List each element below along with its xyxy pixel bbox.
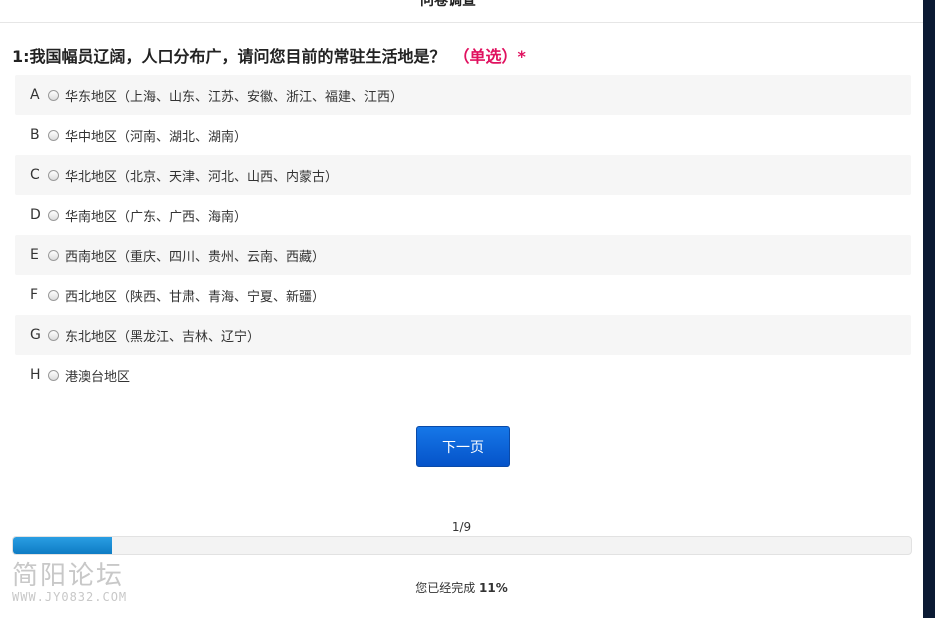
option-letter: E [30,247,39,263]
option-letter: C [30,167,40,183]
option-a[interactable]: A 华东地区（上海、山东、江苏、安徽、浙江、福建、江西） [15,75,911,115]
page-indicator: 1/9 [451,520,472,534]
radio-button-h[interactable] [48,369,59,381]
radio-button-c[interactable] [48,169,59,181]
progress-bar [12,536,912,555]
option-label[interactable]: 华南地区（广东、广西、海南） [65,206,247,225]
progress-bar-fill [13,537,112,554]
option-d[interactable]: D 华南地区（广东、广西、海南） [15,195,911,235]
option-letter: D [30,207,41,223]
option-b[interactable]: B 华中地区（河南、湖北、湖南） [15,115,911,155]
option-list: A 华东地区（上海、山东、江苏、安徽、浙江、福建、江西） B 华中地区（河南、湖… [15,75,911,395]
option-label[interactable]: 西南地区（重庆、四川、贵州、云南、西藏） [65,246,325,265]
completion-prefix: 您已经完成 [415,581,476,595]
completion-percent: 11% [479,581,508,595]
radio-button-e[interactable] [48,249,59,261]
option-f[interactable]: F 西北地区（陕西、甘肃、青海、宁夏、新疆） [15,275,911,315]
option-label[interactable]: 港澳台地区 [65,366,130,385]
question-title: 1:我国幅员辽阔，人口分布广，请问您目前的常驻生活地是？ （单选）* [12,43,526,67]
next-page-button[interactable]: 下一页 [416,426,510,467]
option-h[interactable]: H 港澳台地区 [15,355,911,395]
option-letter: H [30,367,41,383]
option-letter: B [30,127,40,143]
option-letter: A [30,87,40,103]
option-c[interactable]: C 华北地区（北京、天津、河北、山西、内蒙古） [15,155,911,195]
radio-button-f[interactable] [48,289,59,301]
window-edge [923,0,935,618]
option-label[interactable]: 东北地区（黑龙江、吉林、辽宁） [65,326,260,345]
option-letter: F [30,287,39,303]
option-label[interactable]: 华东地区（上海、山东、江苏、安徽、浙江、福建、江西） [65,86,403,105]
question-type-label: （单选）* [453,47,526,66]
option-g[interactable]: G 东北地区（黑龙江、吉林、辽宁） [15,315,911,355]
option-label[interactable]: 华中地区（河南、湖北、湖南） [65,126,247,145]
radio-button-a[interactable] [48,89,59,101]
header-divider [0,22,923,23]
option-label[interactable]: 华北地区（北京、天津、河北、山西、内蒙古） [65,166,338,185]
survey-title: 问卷调查 [420,0,476,9]
question-text: 1:我国幅员辽阔，人口分布广，请问您目前的常驻生活地是？ [12,47,446,66]
option-label[interactable]: 西北地区（陕西、甘肃、青海、宁夏、新疆） [65,286,325,305]
option-letter: G [30,327,41,343]
completion-status: 您已经完成 11% [0,579,923,596]
radio-button-g[interactable] [48,329,59,341]
radio-button-b[interactable] [48,129,59,141]
radio-button-d[interactable] [48,209,59,221]
option-e[interactable]: E 西南地区（重庆、四川、贵州、云南、西藏） [15,235,911,275]
